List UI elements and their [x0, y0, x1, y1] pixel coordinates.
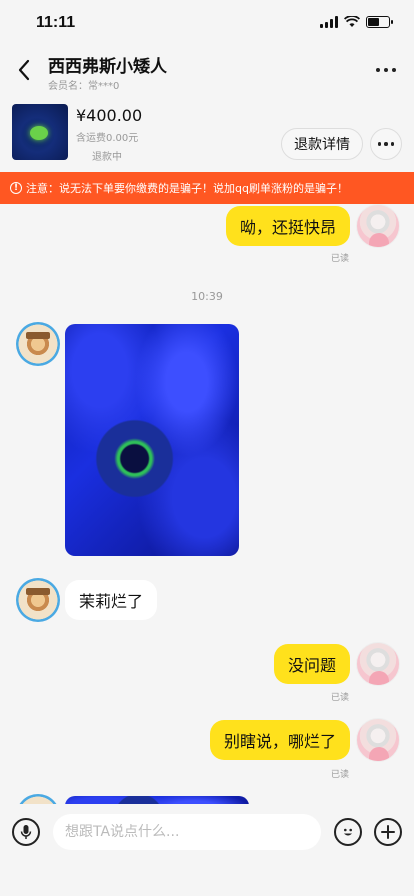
shipping-info: 含运费0.00元 — [76, 133, 139, 144]
dot-icon — [384, 142, 388, 146]
warning-banner: ! 注意：说无法下单要你缴费的是骗子！说加qq刷单涨粉的是骗子！ — [0, 172, 414, 204]
chevron-left-icon — [18, 59, 30, 81]
microphone-icon — [20, 825, 32, 839]
seller-avatar[interactable] — [16, 794, 60, 804]
message-input[interactable] — [53, 814, 321, 850]
chat-header: 西西弗斯小矮人 会员名：常***0 — [0, 48, 414, 96]
message-image[interactable] — [65, 324, 239, 556]
message-bubble-sent[interactable]: 呦，还挺快昂 — [225, 206, 350, 246]
warning-icon: ! — [10, 182, 22, 194]
order-price: ¥400.00 — [76, 106, 143, 125]
order-card: ¥400.00 含运费0.00元 退款中 退款详情 — [0, 98, 414, 168]
dot-icon — [390, 142, 395, 146]
product-thumbnail[interactable] — [12, 104, 68, 160]
read-receipt: 已读 — [331, 254, 350, 264]
signal-icon — [320, 16, 338, 28]
message-image[interactable] — [65, 796, 249, 804]
seller-avatar[interactable] — [16, 578, 60, 622]
emoji-button[interactable] — [334, 818, 362, 846]
more-menu-button[interactable] — [372, 60, 400, 80]
status-bar: 11:11 — [0, 0, 414, 48]
status-icons — [320, 16, 393, 28]
dot-icon — [376, 68, 380, 72]
order-more-button[interactable] — [370, 128, 402, 160]
read-receipt: 已读 — [331, 770, 350, 780]
add-button[interactable] — [374, 818, 402, 846]
smiley-icon — [344, 828, 352, 836]
warning-text: 注意：说无法下单要你缴费的是骗子！说加qq刷单涨粉的是骗子！ — [26, 182, 348, 195]
seller-avatar[interactable] — [16, 322, 60, 366]
voice-button[interactable] — [12, 818, 40, 846]
plus-icon — [381, 825, 395, 839]
message-bubble-sent[interactable]: 没问题 — [273, 644, 350, 684]
message-timestamp: 10:39 — [191, 290, 223, 303]
dot-icon — [384, 68, 388, 72]
chat-messages[interactable]: 呦，还挺快昂 已读 10:39 茉莉烂了 没问题 已读 别瞎说，哪烂了 已读 — [0, 204, 414, 804]
dot-icon — [392, 68, 396, 72]
my-avatar[interactable] — [356, 204, 400, 248]
input-bar — [0, 806, 414, 896]
refund-status: 退款中 — [92, 152, 122, 163]
member-name: 会员名：常***0 — [48, 81, 120, 92]
wifi-icon — [344, 16, 360, 27]
status-time: 11:11 — [36, 14, 76, 31]
my-avatar[interactable] — [356, 718, 400, 762]
refund-details-button[interactable]: 退款详情 — [281, 128, 363, 160]
my-avatar[interactable] — [356, 642, 400, 686]
message-bubble-received[interactable]: 茉莉烂了 — [65, 580, 158, 620]
back-button[interactable] — [10, 56, 38, 84]
message-bubble-sent[interactable]: 别瞎说，哪烂了 — [209, 720, 350, 760]
read-receipt: 已读 — [331, 693, 350, 703]
dot-icon — [377, 142, 382, 146]
battery-icon — [366, 16, 393, 28]
chat-title: 西西弗斯小矮人 — [48, 57, 167, 77]
